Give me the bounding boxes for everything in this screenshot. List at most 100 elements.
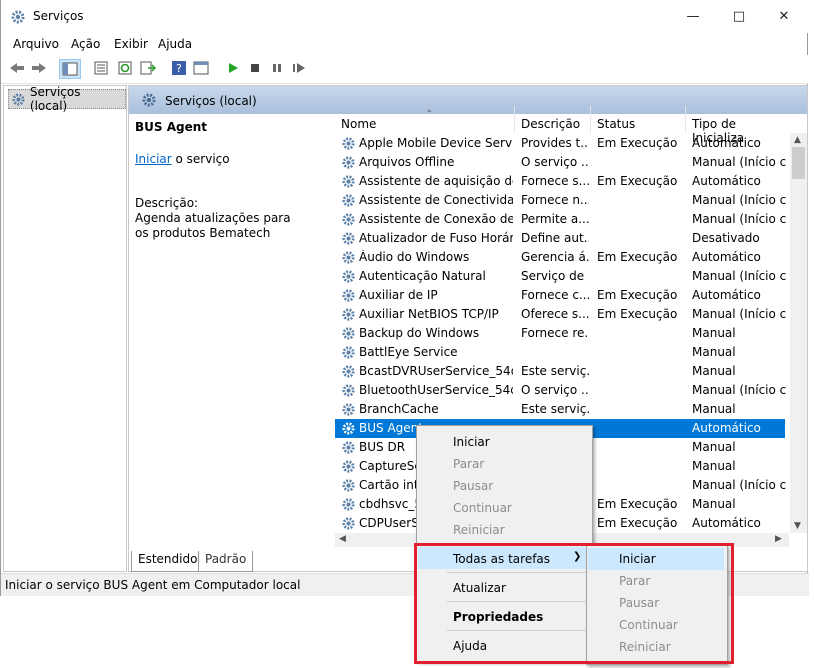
scroll-thumb[interactable] <box>792 147 805 179</box>
service-description: Permite a... <box>521 212 589 226</box>
title-bar: Serviços — □ ✕ <box>1 0 809 33</box>
pane-header-title: Serviços (local) <box>165 94 257 108</box>
service-name: Auxiliar NetBIOS TCP/IP <box>359 307 499 321</box>
context-menu: Iniciar Parar Pausar Continuar Reiniciar… <box>416 425 593 662</box>
start-service-link[interactable]: Iniciar <box>135 152 172 166</box>
service-gear-icon <box>342 346 355 359</box>
status-text: Iniciar o serviço BUS Agent em Computado… <box>5 578 301 592</box>
ctx-todas-as-tarefas[interactable]: Todas as tarefas ❯ <box>418 547 591 569</box>
back-arrow-icon[interactable] <box>7 59 27 77</box>
service-row[interactable]: BranchCache Este serviç... Manual <box>335 400 785 419</box>
stop-icon[interactable] <box>245 59 265 77</box>
service-row[interactable]: Backup do Windows Fornece re... Manual <box>335 324 785 343</box>
help-icon[interactable]: ? <box>169 59 189 77</box>
service-startup-type: Manual (Início c <box>692 212 787 226</box>
scroll-right-icon[interactable]: ▶ <box>775 534 782 544</box>
service-gear-icon <box>342 308 355 321</box>
forward-arrow-icon[interactable] <box>29 59 49 77</box>
scroll-left-icon[interactable]: ◀ <box>339 534 346 544</box>
play-icon[interactable] <box>223 59 243 77</box>
restart-icon[interactable] <box>289 59 309 77</box>
scroll-down-icon[interactable]: ▼ <box>794 521 801 531</box>
service-row[interactable]: Assistente de aquisição de i... Fornece s… <box>335 172 785 191</box>
ctx-atualizar[interactable]: Atualizar <box>418 576 591 598</box>
service-description: Oferece s... <box>521 307 589 321</box>
service-startup-type: Manual <box>692 402 736 416</box>
service-startup-type: Automático <box>692 250 761 264</box>
service-row[interactable]: Autenticação Natural Serviço de ... Manual… <box>335 267 786 286</box>
service-row[interactable]: BattlEye Service Manual <box>335 343 785 362</box>
menu-arquivo[interactable]: Arquivo <box>13 37 59 51</box>
service-row[interactable]: BluetoothUserService_54d7e O serviço ... M… <box>335 381 786 400</box>
service-gear-icon <box>342 156 355 169</box>
service-gear-icon <box>342 251 355 264</box>
pause-icon[interactable] <box>267 59 287 77</box>
description-text: Agenda atualizações para os produtos Bem… <box>135 211 291 240</box>
description-label: Descrição: <box>135 196 199 210</box>
sub-reiniciar: Reiniciar <box>619 640 671 654</box>
close-button[interactable]: ✕ <box>761 0 807 33</box>
tree-item-label: Serviços (local) <box>29 85 81 113</box>
refresh-icon[interactable] <box>115 59 135 77</box>
service-row[interactable]: Assistente de Conexão de C... Permite a..… <box>335 210 787 229</box>
column-header-description[interactable]: Descrição <box>515 106 591 133</box>
ctx-iniciar[interactable]: Iniciar <box>418 430 591 452</box>
tree-item-services-local[interactable]: Serviços (local) <box>8 85 126 113</box>
properties-window-icon[interactable] <box>191 59 211 77</box>
service-row[interactable]: BcastDVRUserService_54d7e Este serviç... M… <box>335 362 785 381</box>
service-name: Áudio do Windows <box>359 250 470 264</box>
show-hide-console-tree-icon[interactable] <box>59 59 81 79</box>
menu-exibir[interactable]: Exibir <box>114 37 148 51</box>
ctx-propriedades[interactable]: Propriedades <box>418 605 591 627</box>
column-header-name[interactable]: Nome <box>335 106 515 133</box>
minimize-button[interactable]: — <box>670 0 716 33</box>
service-startup-type: Automático <box>692 421 761 435</box>
service-row[interactable]: Assistente de Conectividad... Fornece n..… <box>335 191 786 210</box>
tab-padrao[interactable]: Padrão <box>198 551 254 572</box>
ctx-ajuda[interactable]: Ajuda <box>418 634 591 656</box>
sub-iniciar[interactable]: Iniciar <box>588 548 724 570</box>
maximize-button[interactable]: □ <box>716 0 762 33</box>
column-header-status[interactable]: Status <box>591 106 686 133</box>
menu-ajuda[interactable]: Ajuda <box>158 37 192 51</box>
export-list-icon[interactable] <box>138 59 158 77</box>
service-description: Fornece n... <box>521 193 589 207</box>
service-name: BattlEye Service <box>359 345 458 359</box>
vertical-scrollbar[interactable]: ▲ ▼ <box>790 133 807 533</box>
service-status: Em Execução <box>597 288 678 302</box>
service-startup-type: Manual <box>692 459 736 473</box>
column-header-startup-type[interactable]: Tipo de Inicializa <box>686 106 790 145</box>
service-status: Em Execução <box>597 250 678 264</box>
service-name: Arquivos Offline <box>359 155 455 169</box>
service-row[interactable]: Auxiliar NetBIOS TCP/IP Oferece s... Em Ex… <box>335 305 786 324</box>
service-status: Em Execução <box>597 136 678 150</box>
service-row[interactable]: Auxiliar de IP Fornece c... Em Execução Aut… <box>335 286 785 305</box>
service-status: Em Execução <box>597 307 678 321</box>
service-status: Em Execução <box>597 497 678 511</box>
service-description: Serviço de ... <box>521 269 589 283</box>
service-row[interactable]: Apple Mobile Device Service Provides t...… <box>335 134 785 153</box>
menu-acao[interactable]: Ação <box>71 37 100 51</box>
service-name: BluetoothUserService_54d7e <box>359 383 513 397</box>
service-description: Fornece c... <box>521 288 589 302</box>
service-description: Este serviç... <box>521 402 589 416</box>
service-gear-icon <box>342 175 355 188</box>
service-gear-icon <box>342 194 355 207</box>
service-row[interactable]: Arquivos Offline O serviço ... Manual (Iní… <box>335 153 787 172</box>
service-startup-type: Manual (Início c <box>692 478 787 492</box>
service-name: Atualizador de Fuso Horário... <box>359 231 513 245</box>
service-row[interactable]: Áudio do Windows Gerencia á... Em Execução… <box>335 248 785 267</box>
service-name: Assistente de Conectividad... <box>359 193 513 207</box>
service-startup-type: Desativado <box>692 231 760 245</box>
service-startup-type: Manual (Início c <box>692 155 787 169</box>
service-description: Fornece s... <box>521 174 589 188</box>
list-view-icon[interactable] <box>91 59 111 77</box>
service-gear-icon <box>342 137 355 150</box>
scroll-up-icon[interactable]: ▲ <box>794 135 801 145</box>
sub-parar: Parar <box>619 574 651 588</box>
tab-estendido[interactable]: Estendido <box>131 551 205 572</box>
service-row[interactable]: Atualizador de Fuso Horário... Define aut… <box>335 229 785 248</box>
ctx-continuar: Continuar <box>453 501 512 515</box>
service-name: Assistente de aquisição de i... <box>359 174 513 188</box>
selected-service-name: BUS Agent <box>135 120 208 134</box>
